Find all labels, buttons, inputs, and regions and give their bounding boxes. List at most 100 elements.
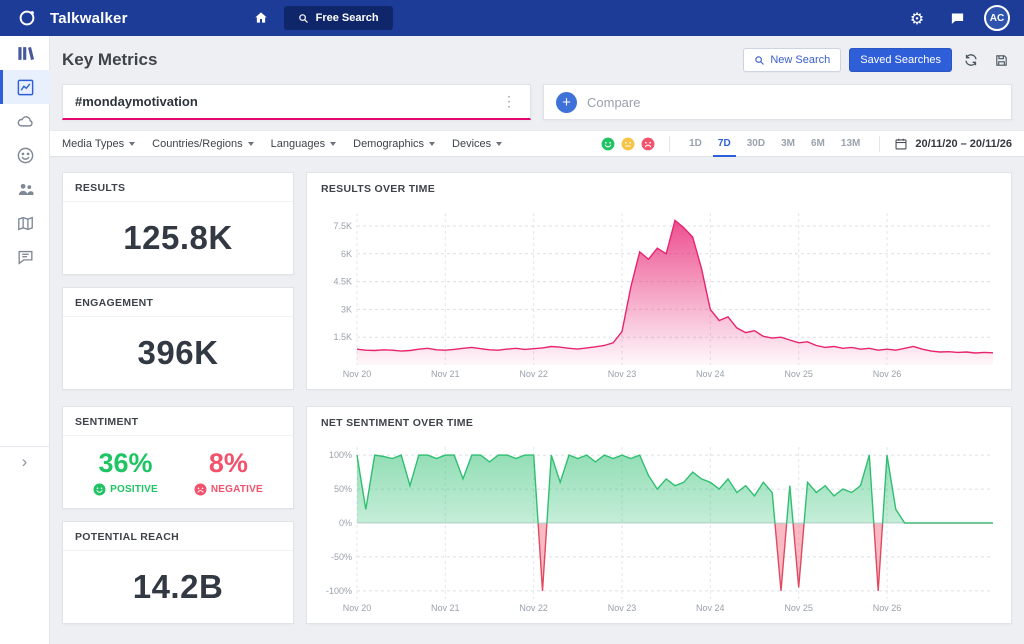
negative-sentiment-filter-icon[interactable] — [641, 137, 655, 151]
search-icon — [754, 55, 765, 66]
filter-demographics[interactable]: Demographics — [353, 138, 435, 150]
map-icon — [16, 214, 35, 233]
page-title: Key Metrics — [62, 50, 157, 70]
sentiment-card-label: SENTIMENT — [63, 407, 293, 436]
svg-text:Nov 26: Nov 26 — [873, 603, 902, 613]
range-13m[interactable]: 13M — [836, 130, 865, 157]
svg-text:Nov 20: Nov 20 — [343, 369, 372, 379]
positive-smiley-icon — [93, 483, 106, 496]
sidebar-item-dashboards[interactable] — [0, 70, 50, 104]
range-3m[interactable]: 3M — [776, 130, 800, 157]
new-search-label: New Search — [770, 54, 830, 66]
save-icon[interactable] — [990, 49, 1012, 71]
sentiment-card: SENTIMENT 36% POSITIVE — [62, 406, 294, 509]
range-1d[interactable]: 1D — [684, 130, 707, 157]
sidebar-expand-chevron-icon[interactable]: › — [0, 446, 49, 476]
library-icon — [16, 44, 35, 63]
home-icon[interactable] — [248, 5, 274, 31]
positive-sentiment-filter-icon[interactable] — [601, 137, 615, 151]
engagement-value: 396K — [63, 317, 293, 389]
chat-bubble-icon[interactable] — [944, 5, 970, 31]
sidebar-item-engagement[interactable] — [0, 138, 50, 172]
positive-sentiment-label: POSITIVE — [110, 484, 158, 495]
net-sentiment-over-time-card: NET SENTIMENT OVER TIME -100%-50%0%50%10… — [306, 406, 1012, 624]
chevron-down-icon — [330, 142, 336, 146]
sidebar-item-collections[interactable] — [0, 36, 50, 70]
svg-text:Nov 24: Nov 24 — [696, 369, 725, 379]
user-avatar[interactable]: AC — [984, 5, 1010, 31]
negative-frown-icon — [194, 483, 207, 496]
svg-text:Nov 22: Nov 22 — [519, 603, 548, 613]
sidebar-item-conversations[interactable] — [0, 240, 50, 274]
dashboard-content: RESULTS 125.8K ENGAGEMENT 396K RESULTS O… — [50, 157, 1024, 636]
calendar-icon — [894, 137, 908, 151]
top-navbar: Talkwalker Free Search ⚙ AC — [0, 0, 1024, 36]
brand-name: Talkwalker — [50, 10, 128, 27]
free-search-button[interactable]: Free Search — [284, 6, 393, 30]
results-over-time-card: RESULTS OVER TIME 1.5K3K4.5K6K7.5KNov 20… — [306, 172, 1012, 390]
filter-label: Languages — [271, 138, 325, 150]
divider — [669, 136, 670, 152]
compare-button[interactable]: + Compare — [543, 84, 1012, 120]
filter-countries-regions[interactable]: Countries/Regions — [152, 138, 254, 150]
smiley-icon — [16, 146, 35, 165]
net-sentiment-over-time-chart[interactable]: -100%-50%0%50%100%Nov 20Nov 21Nov 22Nov … — [313, 439, 1001, 617]
new-search-button[interactable]: New Search — [743, 48, 841, 72]
svg-text:Nov 25: Nov 25 — [784, 603, 813, 613]
results-over-time-title: RESULTS OVER TIME — [307, 173, 1011, 205]
chevron-down-icon — [129, 142, 135, 146]
filter-label: Demographics — [353, 138, 424, 150]
range-30d[interactable]: 30D — [742, 130, 770, 157]
search-query-input[interactable] — [75, 94, 500, 109]
free-search-label: Free Search — [316, 12, 379, 24]
main-content: Key Metrics New Search Saved Searches ⋮ … — [50, 36, 1024, 644]
svg-text:-50%: -50% — [331, 552, 352, 562]
left-sidebar: › — [0, 36, 50, 644]
svg-text:4.5K: 4.5K — [333, 277, 352, 287]
date-range-label: 20/11/20 – 20/11/26 — [915, 138, 1012, 150]
filter-label: Countries/Regions — [152, 138, 243, 150]
search-query-card: ⋮ — [62, 84, 531, 120]
results-value: 125.8K — [63, 202, 293, 274]
svg-text:Nov 21: Nov 21 — [431, 603, 460, 613]
plus-circle-icon: + — [556, 92, 577, 113]
sidebar-item-audience[interactable] — [0, 172, 50, 206]
more-options-icon[interactable]: ⋮ — [500, 93, 518, 110]
page-header: Key Metrics New Search Saved Searches — [50, 36, 1024, 82]
compare-label: Compare — [587, 95, 640, 110]
filter-label: Media Types — [62, 138, 124, 150]
saved-searches-button[interactable]: Saved Searches — [849, 48, 952, 72]
range-7d[interactable]: 7D — [713, 130, 736, 157]
gear-icon[interactable]: ⚙ — [904, 5, 930, 31]
filter-media-types[interactable]: Media Types — [62, 138, 135, 150]
date-range-picker[interactable]: 20/11/20 – 20/11/26 — [894, 137, 1012, 151]
svg-text:Nov 23: Nov 23 — [608, 369, 637, 379]
svg-text:0%: 0% — [339, 518, 352, 528]
sidebar-item-social-cloud[interactable] — [0, 104, 50, 138]
speech-bubble-icon — [16, 248, 35, 267]
svg-text:Nov 25: Nov 25 — [784, 369, 813, 379]
refresh-icon[interactable] — [960, 49, 982, 71]
potential-reach-label: POTENTIAL REACH — [63, 522, 293, 551]
svg-text:50%: 50% — [334, 484, 352, 494]
filter-label: Devices — [452, 138, 491, 150]
filter-bar: Media Types Countries/Regions Languages … — [50, 130, 1024, 157]
chevron-down-icon — [496, 142, 502, 146]
chevron-down-icon — [248, 142, 254, 146]
results-over-time-chart[interactable]: 1.5K3K4.5K6K7.5KNov 20Nov 21Nov 22Nov 23… — [313, 205, 1001, 383]
search-row: ⋮ + Compare — [50, 82, 1024, 120]
sidebar-item-geography[interactable] — [0, 206, 50, 240]
filter-devices[interactable]: Devices — [452, 138, 502, 150]
net-sentiment-over-time-title: NET SENTIMENT OVER TIME — [307, 407, 1011, 439]
potential-reach-card: POTENTIAL REACH 14.2B — [62, 521, 294, 624]
svg-text:Nov 20: Nov 20 — [343, 603, 372, 613]
svg-text:Nov 24: Nov 24 — [696, 603, 725, 613]
engagement-card-label: ENGAGEMENT — [63, 288, 293, 317]
svg-text:Nov 26: Nov 26 — [873, 369, 902, 379]
svg-text:Nov 23: Nov 23 — [608, 603, 637, 613]
line-chart-icon — [16, 78, 35, 97]
filter-languages[interactable]: Languages — [271, 138, 336, 150]
neutral-sentiment-filter-icon[interactable] — [621, 137, 635, 151]
positive-sentiment-value: 36% — [98, 448, 152, 479]
range-6m[interactable]: 6M — [806, 130, 830, 157]
